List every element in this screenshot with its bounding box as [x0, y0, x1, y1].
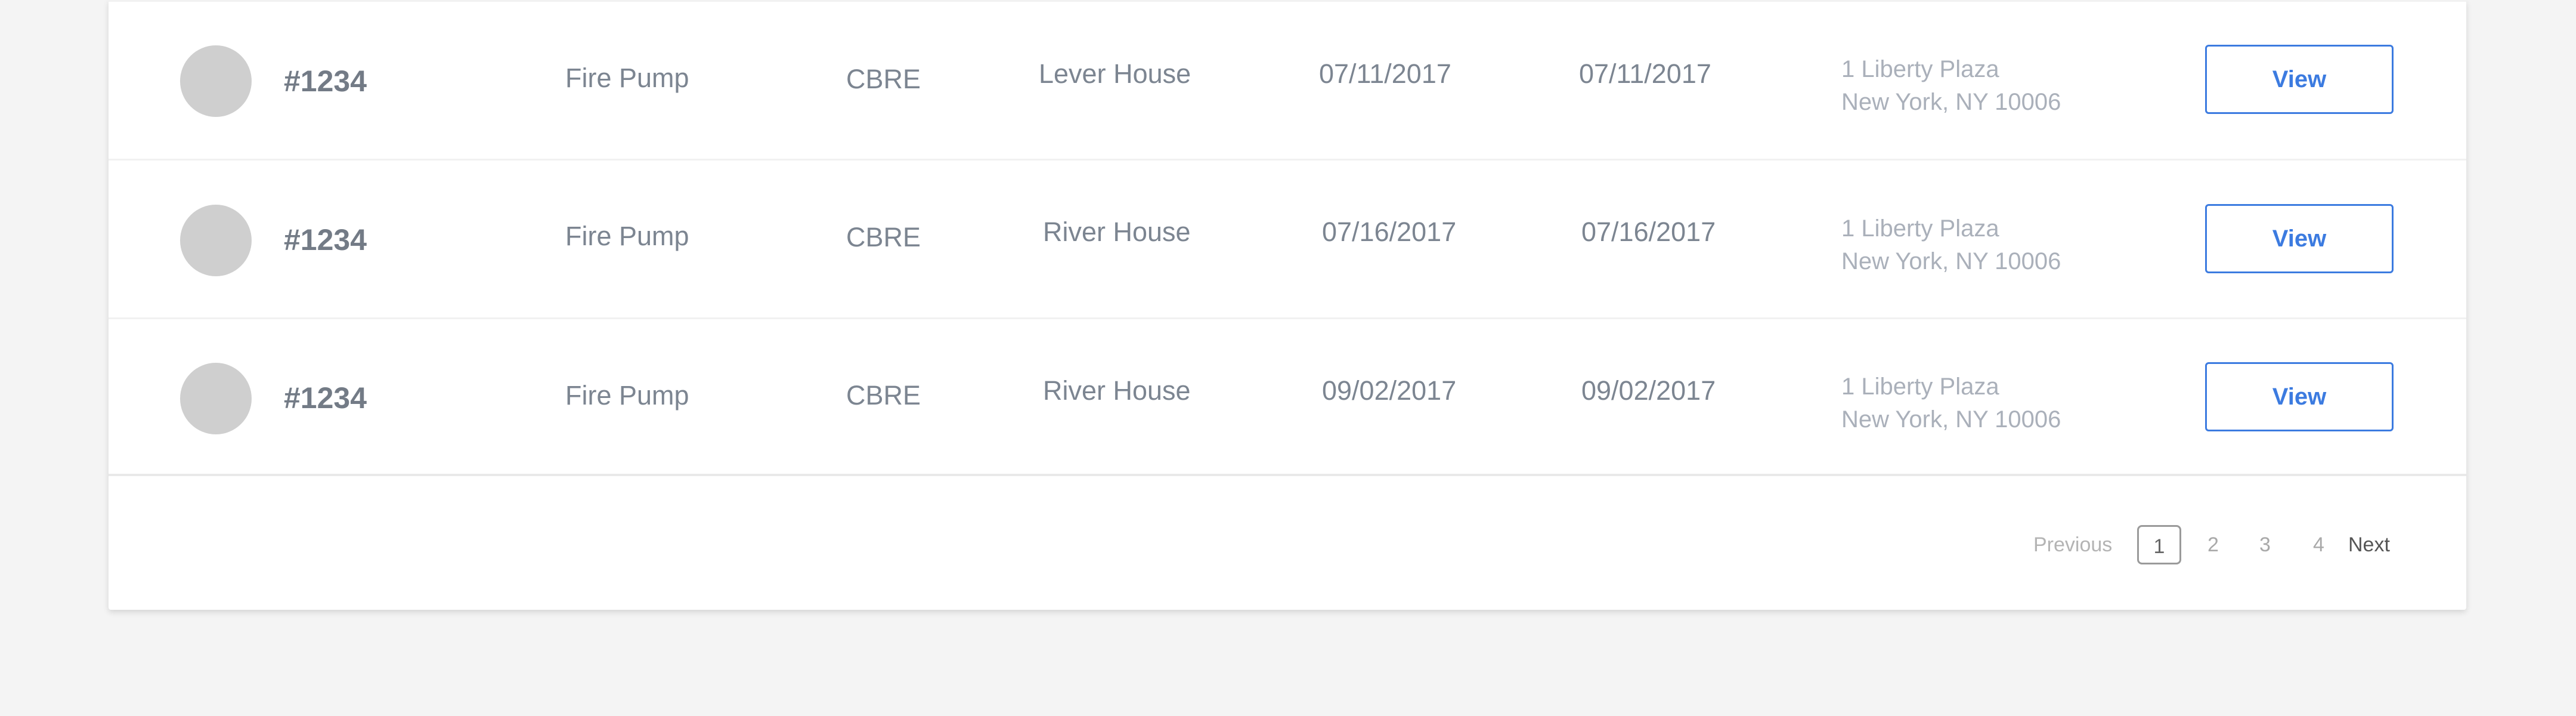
avatar	[180, 363, 252, 434]
table-row: #1234 Fire Pump CBRE River House 07/16/2…	[109, 159, 2466, 317]
row-address: 1 Liberty Plaza New York, NY 10006	[1841, 212, 2061, 278]
row-address: 1 Liberty Plaza New York, NY 10006	[1841, 371, 2061, 436]
table-row: #1234 Fire Pump CBRE River House 09/02/2…	[109, 317, 2466, 476]
avatar	[180, 205, 252, 276]
pagination-page-3[interactable]: 3	[2259, 525, 2271, 564]
row-company: CBRE	[846, 380, 921, 411]
row-equipment: Fire Pump	[565, 221, 689, 251]
table-row: #1234 Fire Pump CBRE Lever House 07/11/2…	[109, 0, 2466, 159]
row-building: Lever House	[1039, 58, 1191, 89]
row-address: 1 Liberty Plaza New York, NY 10006	[1841, 53, 2061, 119]
address-line-2: New York, NY 10006	[1841, 89, 2061, 115]
pagination-previous[interactable]: Previous	[2033, 525, 2112, 564]
pagination-next[interactable]: Next	[2348, 525, 2390, 564]
row-end-date: 07/11/2017	[1579, 58, 1711, 89]
row-company: CBRE	[846, 222, 921, 252]
row-equipment: Fire Pump	[565, 63, 689, 93]
row-start-date: 09/02/2017	[1322, 375, 1457, 406]
pagination-page-4[interactable]: 4	[2313, 525, 2324, 564]
pagination-page-2[interactable]: 2	[2207, 525, 2219, 564]
view-button[interactable]: View	[2205, 45, 2394, 114]
view-button[interactable]: View	[2205, 204, 2394, 273]
row-equipment: Fire Pump	[565, 380, 689, 411]
row-building: River House	[1043, 217, 1191, 247]
address-line-2: New York, NY 10006	[1841, 406, 2061, 433]
row-start-date: 07/11/2017	[1319, 58, 1451, 89]
avatar	[180, 45, 252, 117]
row-end-date: 07/16/2017	[1581, 217, 1716, 247]
row-end-date: 09/02/2017	[1581, 375, 1716, 406]
row-company: CBRE	[846, 64, 921, 94]
address-line-1: 1 Liberty Plaza	[1841, 374, 1999, 400]
row-id: #1234	[284, 381, 367, 415]
row-id: #1234	[284, 64, 367, 98]
pagination-page-1[interactable]: 1	[2137, 525, 2181, 564]
view-button[interactable]: View	[2205, 362, 2394, 431]
row-start-date: 07/16/2017	[1322, 217, 1457, 247]
pagination: Previous 1 2 3 4 Next	[109, 525, 2466, 564]
inspections-table-card: #1234 Fire Pump CBRE Lever House 07/11/2…	[109, 0, 2466, 610]
row-building: River House	[1043, 375, 1191, 406]
row-id: #1234	[284, 223, 367, 257]
address-line-1: 1 Liberty Plaza	[1841, 215, 1999, 242]
address-line-1: 1 Liberty Plaza	[1841, 56, 1999, 82]
address-line-2: New York, NY 10006	[1841, 248, 2061, 274]
